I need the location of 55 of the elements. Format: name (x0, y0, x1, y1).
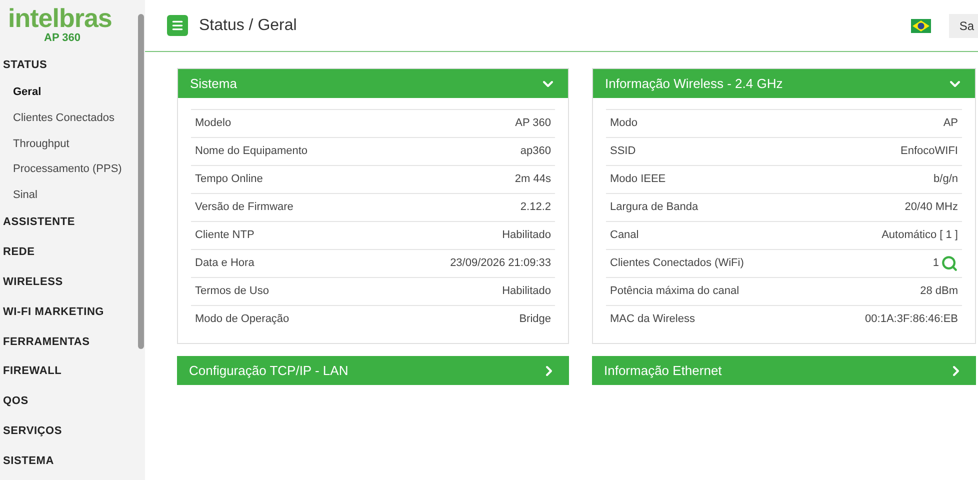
row-label: Nome do Equipamento (195, 144, 308, 160)
sidebar-section[interactable]: WI-FI MARKETING (0, 297, 137, 327)
page-title: Status / Geral (199, 16, 297, 36)
sidebar-item[interactable]: Processamento (PPS) (0, 156, 137, 182)
row-value: 00:1A:3F:86:46:EB (865, 312, 958, 328)
row-value: EnfocoWIFI (900, 144, 958, 160)
row-label: Cliente NTP (195, 228, 254, 244)
menu-button[interactable] (167, 15, 188, 36)
row-label: Canal (610, 228, 639, 244)
row-value: 28 dBm (920, 284, 958, 300)
row-value: Habilitado (502, 284, 551, 300)
row-value: 23/09/2026 21:09:33 (450, 256, 551, 272)
sidebar-section[interactable]: QOS (0, 386, 137, 416)
row-label: MAC da Wireless (610, 312, 695, 328)
sidebar-section[interactable]: SERVIÇOS (0, 416, 137, 446)
row-label: SSID (610, 144, 636, 160)
menu-icon (171, 19, 184, 32)
row-value: 2m 44s (514, 172, 551, 188)
row-label: Versão de Firmware (195, 200, 294, 216)
row-value: 20/40 MHz (904, 200, 958, 216)
row-label: Potência máxima do canal (610, 284, 740, 300)
row-label: Data e Hora (195, 256, 254, 272)
row-value: Habilitado (502, 228, 551, 244)
sidebar-item[interactable]: Clientes Conectados (0, 105, 137, 131)
row-value: b/g/n (934, 172, 958, 188)
search-icon[interactable] (941, 255, 958, 272)
row-label: Largura de Banda (610, 200, 698, 216)
sidebar-section[interactable]: REDE (0, 238, 137, 268)
row-value: ap360 (520, 144, 551, 160)
flag-icon[interactable] (911, 18, 932, 32)
row-value: AP (943, 116, 958, 132)
row-value: Automático [ 1 ] (882, 228, 958, 244)
row-label: Modo de Operação (195, 312, 290, 328)
sidebar-item[interactable]: Throughput (0, 130, 137, 157)
sidebar-section[interactable]: STATUS (0, 50, 137, 80)
brand-logo: intelbras (8, 4, 112, 32)
row-label: Modo (610, 116, 638, 132)
sidebar-section[interactable]: ASSISTENTE (0, 208, 137, 238)
row-label: Modo IEEE (610, 172, 666, 188)
sidebar-section[interactable]: SISTEMA (0, 446, 137, 476)
sidebar-section[interactable]: WIRELESS (0, 267, 137, 298)
row-value: Bridge (519, 312, 551, 328)
header-button[interactable]: Sa (949, 14, 978, 38)
row-value: AP 360 (515, 116, 551, 132)
sidebar-section[interactable]: FIREWALL (0, 356, 137, 387)
sidebar-section[interactable]: FERRAMENTAS (0, 326, 137, 357)
model-label: AP 360 (43, 32, 80, 44)
row-label: Clientes Conectados (WiFi) (610, 256, 744, 272)
sidebar-item[interactable]: Geral (0, 80, 137, 106)
row-value: 1 (932, 256, 939, 272)
row-label: Tempo Online (195, 172, 263, 188)
row-value: 2.12.2 (520, 200, 551, 216)
row-label: Modelo (195, 116, 232, 132)
row-label: Termos de Uso (195, 284, 269, 300)
sidebar-item[interactable]: Sinal (0, 182, 137, 208)
